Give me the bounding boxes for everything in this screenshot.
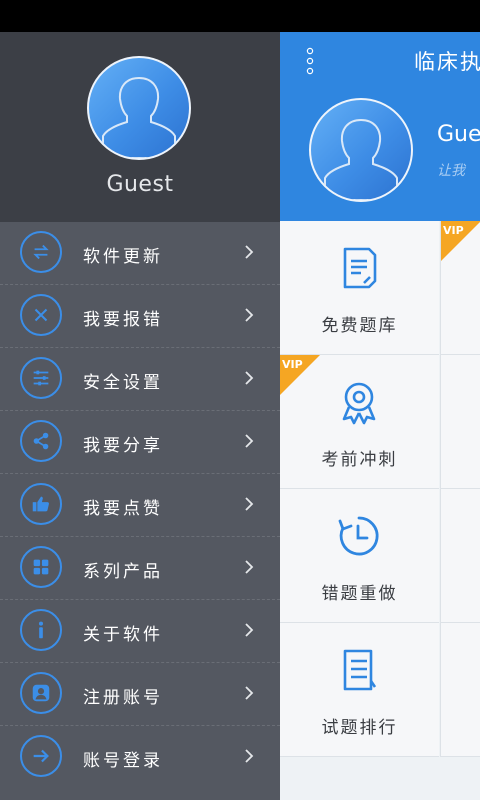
drawer-menu: 软件更新 我要报错 安全设置 我要分享 我要点赞 系列产品 关于软件 注册账号 … [0, 222, 280, 789]
tile-label: 考前冲刺 [321, 450, 398, 470]
tile-partial[interactable] [440, 355, 480, 489]
main-slogan: 让我 [437, 163, 465, 179]
vip-badge-text: VIP [443, 224, 464, 237]
menu-item-share[interactable]: 我要分享 [0, 411, 280, 474]
sliders-icon [20, 357, 62, 399]
user-silhouette-icon [102, 76, 176, 158]
tile-partial[interactable]: VIP [440, 221, 480, 355]
menu-item-software-update[interactable]: 软件更新 [0, 222, 280, 285]
menu-item-label: 系列产品 [83, 562, 163, 582]
feature-grid: 免费题库 VIP VIP 考前冲刺 错题重做 试题排行 [280, 221, 480, 757]
chevron-right-icon [245, 686, 254, 700]
user-icon [20, 672, 62, 714]
user-silhouette-icon [324, 118, 398, 200]
menu-item-about[interactable]: 关于软件 [0, 600, 280, 663]
menu-item-report-error[interactable]: 我要报错 [0, 285, 280, 348]
refresh-arrows-icon [20, 231, 62, 273]
award-icon [342, 382, 376, 425]
tile-label: 试题排行 [321, 718, 398, 738]
document-icon [343, 247, 377, 289]
drawer-user-name: Guest [106, 172, 174, 197]
navigation-drawer: Guest 软件更新 我要报错 安全设置 我要分享 我要点赞 系列产品 关于软件… [0, 32, 280, 800]
chevron-right-icon [245, 245, 254, 259]
menu-item-label: 我要点赞 [83, 499, 163, 519]
main-user-name: Gue [437, 122, 480, 147]
menu-item-register[interactable]: 注册账号 [0, 663, 280, 726]
drawer-header: Guest [0, 32, 280, 222]
info-icon [20, 609, 62, 651]
menu-item-label: 我要报错 [83, 310, 163, 330]
grid-icon [20, 546, 62, 588]
tile-label: 错题重做 [321, 584, 398, 604]
menu-item-login[interactable]: 账号登录 [0, 726, 280, 789]
menu-item-label: 注册账号 [83, 688, 163, 708]
menu-item-label: 我要分享 [83, 436, 163, 456]
close-icon [20, 294, 62, 336]
main-header: 临床执 Gue 让我 [280, 32, 480, 221]
vip-badge-text: VIP [282, 358, 303, 371]
chevron-right-icon [245, 434, 254, 448]
more-vertical-icon[interactable] [306, 46, 314, 76]
app-title: 临床执 [414, 50, 480, 74]
chevron-right-icon [245, 497, 254, 511]
chevron-right-icon [245, 371, 254, 385]
vip-badge: VIP [280, 355, 320, 395]
tile-partial[interactable] [440, 623, 480, 757]
list-icon [343, 649, 377, 691]
tile-question-ranking[interactable]: 试题排行 [280, 623, 439, 757]
tile-free-question-bank[interactable]: 免费题库 [280, 221, 439, 355]
menu-item-like[interactable]: 我要点赞 [0, 474, 280, 537]
menu-item-product-series[interactable]: 系列产品 [0, 537, 280, 600]
share-icon [20, 420, 62, 462]
login-arrow-icon [20, 735, 62, 777]
menu-item-security-settings[interactable]: 安全设置 [0, 348, 280, 411]
clock-icon [338, 516, 379, 556]
chevron-right-icon [245, 308, 254, 322]
main-panel: 临床执 Gue 让我 免费题库 VIP VIP 考前冲刺 错题重做 试题排行 [280, 32, 480, 800]
chevron-right-icon [245, 749, 254, 763]
chevron-right-icon [245, 560, 254, 574]
avatar[interactable] [309, 98, 413, 202]
status-bar [0, 0, 480, 32]
vip-badge: VIP [441, 221, 480, 261]
tile-label: 免费题库 [321, 316, 398, 336]
tile-partial[interactable] [440, 489, 480, 623]
menu-item-label: 软件更新 [83, 247, 163, 267]
tile-exam-sprint[interactable]: VIP 考前冲刺 [280, 355, 439, 489]
menu-item-label: 账号登录 [83, 751, 163, 771]
menu-item-label: 关于软件 [83, 625, 163, 645]
chevron-right-icon [245, 623, 254, 637]
thumbs-up-icon [20, 483, 62, 525]
menu-item-label: 安全设置 [83, 373, 163, 393]
tile-redo-mistakes[interactable]: 错题重做 [280, 489, 439, 623]
avatar[interactable] [87, 56, 191, 160]
